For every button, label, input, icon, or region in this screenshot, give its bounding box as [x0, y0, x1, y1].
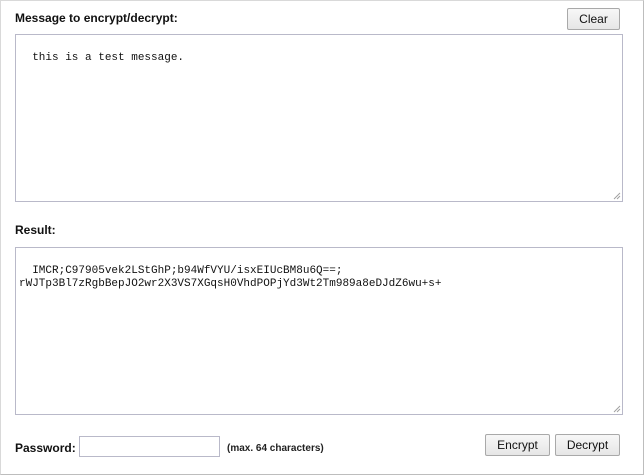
message-label: Message to encrypt/decrypt: [15, 11, 178, 25]
decrypt-button[interactable]: Decrypt [555, 434, 620, 456]
password-hint: (max. 64 characters) [227, 443, 324, 454]
message-text: this is a test message. [32, 52, 185, 64]
clear-button[interactable]: Clear [567, 8, 620, 30]
result-label: Result: [15, 223, 56, 237]
resize-grip-icon[interactable] [613, 405, 621, 413]
password-input[interactable] [79, 436, 220, 457]
resize-grip-icon[interactable] [613, 192, 621, 200]
password-label: Password: [15, 441, 76, 455]
message-textarea[interactable]: this is a test message. [15, 34, 623, 202]
result-textarea[interactable]: IMCR;C97905vek2LStGhP;b94WfVYU/isxEIUcBM… [15, 247, 623, 415]
encrypt-button[interactable]: Encrypt [485, 434, 550, 456]
result-text: IMCR;C97905vek2LStGhP;b94WfVYU/isxEIUcBM… [19, 265, 442, 290]
